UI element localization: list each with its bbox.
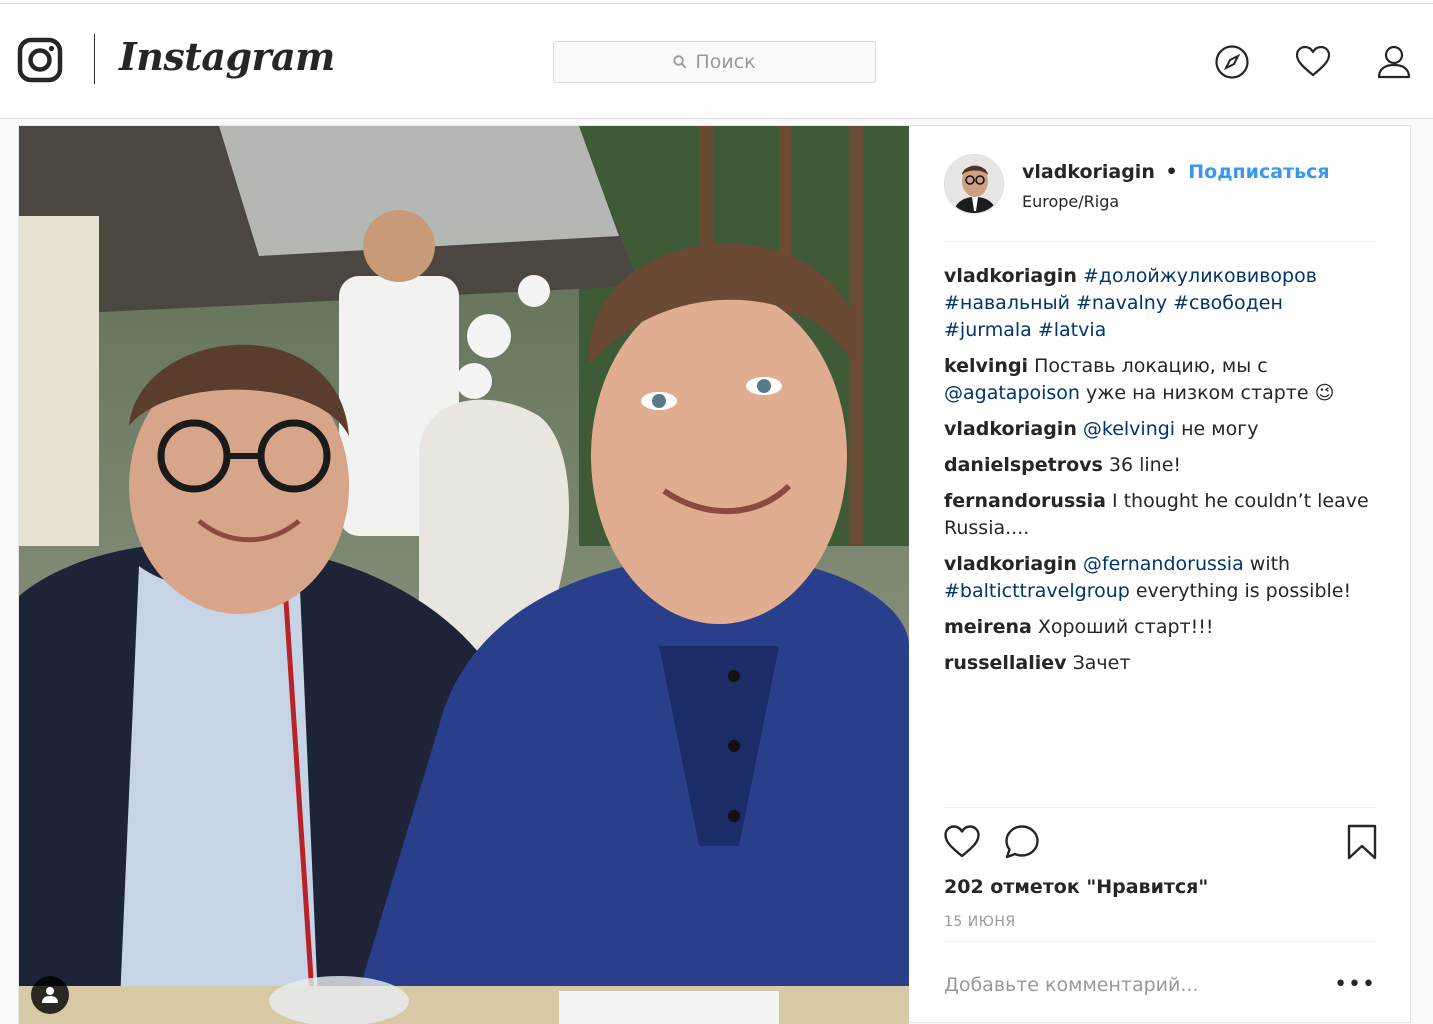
comment-username[interactable]: kelvingi — [944, 355, 1028, 377]
comment-item: kelvingi Поставь локацию, мы с @agatapoi… — [944, 353, 1376, 407]
logo-divider — [94, 34, 95, 84]
comment-username[interactable]: russellaliev — [944, 652, 1067, 674]
separator-dot: • — [1165, 161, 1178, 183]
comment-text: не могу — [1175, 418, 1259, 440]
comment-link[interactable]: #balticttravelgroup — [944, 580, 1130, 602]
like-heart-icon[interactable] — [944, 824, 980, 860]
comment-text: Хороший старт!!! — [1037, 616, 1214, 638]
comment-link[interactable]: #navalny — [1076, 292, 1167, 314]
comment-link[interactable]: #навальный — [944, 292, 1070, 314]
comment-link[interactable]: #свободен — [1173, 292, 1283, 314]
comment-link[interactable]: @kelvingi — [1083, 418, 1175, 440]
comment-item: russellaliev Зачет — [944, 650, 1376, 677]
search-input[interactable]: Поиск — [553, 41, 876, 83]
post-location[interactable]: Europe/Riga — [1022, 192, 1119, 211]
comment-text: Поставь локацию, мы с — [1034, 355, 1268, 377]
author-username[interactable]: vladkoriagin — [1022, 161, 1155, 183]
avatar[interactable] — [944, 154, 1004, 214]
instagram-glyph-icon[interactable] — [17, 37, 63, 83]
comment-link[interactable]: #latvia — [1038, 319, 1106, 341]
comment-link[interactable]: @fernandorussia — [1083, 553, 1244, 575]
person-icon — [42, 987, 58, 1003]
bookmark-icon[interactable] — [1344, 824, 1380, 860]
comment-link[interactable]: #jurmala — [944, 319, 1032, 341]
comment-text: 36 line! — [1108, 454, 1182, 476]
comment-item: vladkoriagin #долойжуликовиворов #наваль… — [944, 263, 1376, 344]
compass-icon[interactable] — [1214, 44, 1250, 80]
add-comment-field[interactable]: Добавьте комментарий... ••• — [944, 941, 1376, 1024]
comment-link[interactable]: @agatapoison — [944, 382, 1080, 404]
comment-username[interactable]: vladkoriagin — [944, 418, 1077, 440]
search-placeholder: Поиск — [695, 51, 756, 73]
comment-username[interactable]: vladkoriagin — [944, 265, 1077, 287]
comment-item: danielspetrovs 36 line! — [944, 452, 1376, 479]
comment-item: meirena Хороший старт!!! — [944, 614, 1376, 641]
top-nav-bar: Instagram Поиск — [0, 4, 1433, 119]
comment-text: everything is possible! — [1129, 580, 1352, 602]
post-sidebar: vladkoriagin • Подписаться Europe/Riga v… — [909, 126, 1412, 1024]
instagram-wordmark[interactable]: Instagram — [119, 34, 335, 79]
post-author-header: vladkoriagin • Подписаться Europe/Riga — [944, 154, 1376, 242]
comment-username[interactable]: vladkoriagin — [944, 553, 1077, 575]
comment-link[interactable]: #долойжуликовиворов — [1083, 265, 1317, 287]
tagged-users-button[interactable] — [31, 976, 69, 1014]
more-options-button[interactable]: ••• — [1334, 972, 1376, 997]
post-actions: 202 отметок "Нравится" 15 ИЮНЯ — [944, 807, 1377, 942]
comment-username[interactable]: fernandorussia — [944, 490, 1106, 512]
likes-count[interactable]: 202 отметок "Нравится" — [944, 876, 1208, 898]
comment-username[interactable]: danielspetrovs — [944, 454, 1103, 476]
comment-username[interactable]: meirena — [944, 616, 1032, 638]
follow-button[interactable]: Подписаться — [1188, 161, 1329, 183]
comment-item: fernandorussia I thought he couldn’t lea… — [944, 488, 1376, 542]
avatar-image — [945, 155, 1003, 213]
search-icon — [673, 55, 687, 69]
comment-text: Зачет — [1072, 652, 1131, 674]
photo-illustration — [19, 126, 909, 1024]
add-comment-placeholder[interactable]: Добавьте комментарий... — [944, 974, 1199, 996]
profile-icon[interactable] — [1376, 44, 1412, 80]
comment-item: vladkoriagin @kelvingi не могу — [944, 416, 1376, 443]
heart-icon[interactable] — [1295, 44, 1331, 80]
comment-text: with — [1243, 553, 1291, 575]
comment-text: уже на низком старте 😉 — [1079, 382, 1335, 404]
post-photo[interactable] — [19, 126, 909, 1024]
post-date: 15 ИЮНЯ — [944, 914, 1016, 930]
post-card: vladkoriagin • Подписаться Europe/Riga v… — [18, 125, 1412, 1024]
comments-list: vladkoriagin #долойжуликовиворов #наваль… — [944, 263, 1376, 686]
comment-item: vladkoriagin @fernandorussia with #balti… — [944, 551, 1376, 605]
comment-bubble-icon[interactable] — [1004, 824, 1040, 860]
